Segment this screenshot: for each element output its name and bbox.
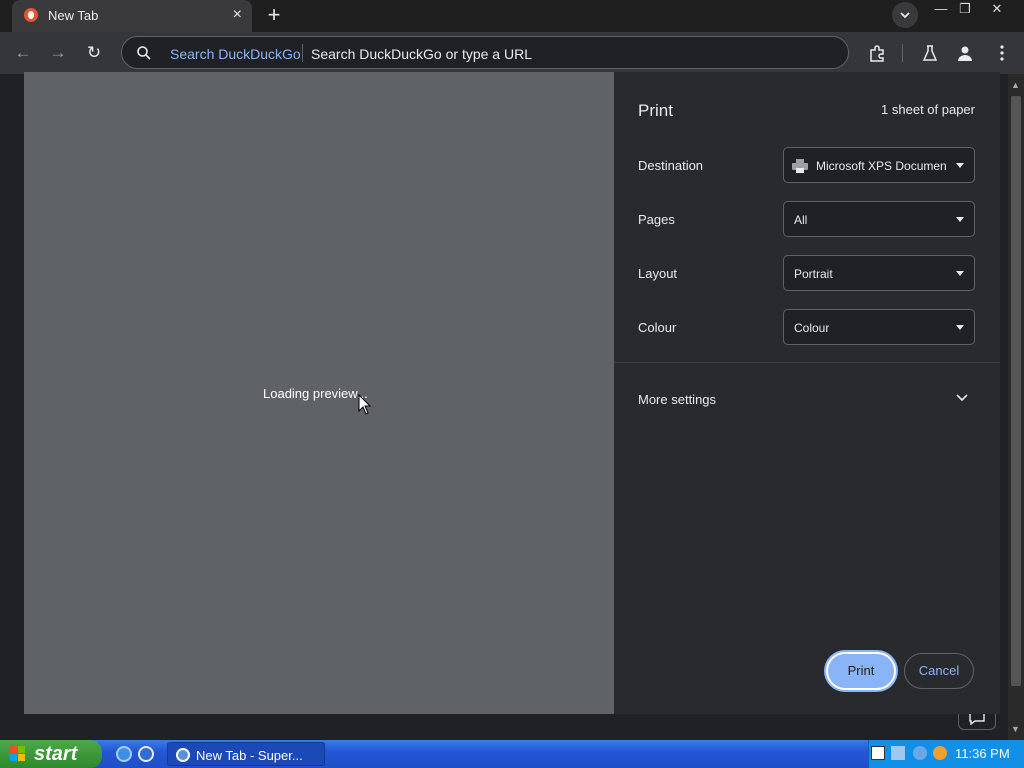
start-button[interactable]: start — [0, 740, 102, 768]
network-icon[interactable] — [891, 746, 905, 760]
chevron-down-icon[interactable] — [956, 394, 968, 402]
sheet-count: 1 sheet of paper — [881, 102, 975, 117]
taskbar-button-new-tab[interactable]: New Tab - Super... — [167, 742, 325, 766]
tab-search-button[interactable] — [892, 2, 918, 28]
settings-divider — [614, 362, 1000, 363]
help-icon[interactable] — [871, 746, 885, 760]
tab-close-icon[interactable]: × — [233, 5, 242, 25]
menu-kebab-icon[interactable] — [993, 44, 1011, 62]
print-dialog-title: Print — [638, 101, 673, 120]
toolbar-divider — [902, 44, 903, 62]
colour-value: Colour — [794, 321, 830, 335]
pages-value: All — [794, 213, 808, 227]
print-preview-area: Loading preview... — [24, 72, 614, 714]
duckduckgo-favicon-icon — [24, 8, 38, 22]
omnibox-placeholder: Search DuckDuckGo or type a URL — [311, 46, 532, 62]
tab-new-tab[interactable]: New Tab × — [12, 0, 252, 32]
destination-value: Microsoft XPS Documen — [816, 159, 947, 173]
layout-value: Portrait — [794, 267, 833, 281]
labs-flask-icon[interactable] — [921, 44, 939, 62]
destination-select[interactable]: Microsoft XPS Documen — [783, 147, 975, 183]
new-tab-button[interactable]: + — [262, 4, 286, 28]
scrollbar-thumb[interactable] — [1011, 96, 1021, 686]
dropdown-caret-icon — [956, 271, 964, 276]
dropdown-caret-icon — [956, 325, 964, 330]
tray-arrow-icon[interactable] — [913, 746, 927, 760]
destination-label: Destination — [638, 158, 704, 173]
tab-title: New Tab — [48, 8, 99, 23]
dropdown-caret-icon — [956, 163, 964, 168]
search-engine-chip: Search DuckDuckGo — [170, 46, 301, 62]
forward-button[interactable]: → — [47, 42, 69, 64]
tab-strip: New Tab × + — ❐ ✕ — [0, 0, 1024, 32]
search-tray-icon[interactable] — [933, 746, 947, 760]
back-button[interactable]: ← — [12, 42, 34, 64]
search-icon — [137, 46, 151, 60]
cancel-button[interactable]: Cancel — [904, 653, 974, 689]
restore-button[interactable]: ❐ — [952, 0, 978, 18]
system-clock: 11:36 PM — [955, 746, 1010, 761]
dropdown-caret-icon — [956, 217, 964, 222]
omnibox-separator — [302, 44, 303, 62]
taskbar-button-label: New Tab - Super... — [196, 748, 303, 763]
chevron-down-icon — [900, 12, 910, 19]
internet-explorer-icon[interactable] — [116, 746, 132, 762]
pages-select[interactable]: All — [783, 201, 975, 237]
more-settings-toggle[interactable]: More settings — [638, 392, 716, 407]
preview-loading-text: Loading preview... — [263, 386, 368, 401]
print-settings-panel: Print 1 sheet of paper Destination Micro… — [614, 72, 1000, 714]
scroll-down-icon[interactable]: ▼ — [1011, 724, 1020, 734]
omnibox[interactable]: Search DuckDuckGo Search DuckDuckGo or t… — [121, 36, 849, 69]
windows-logo-icon — [10, 746, 25, 761]
start-label: start — [34, 743, 78, 765]
reload-button[interactable]: ↻ — [83, 42, 105, 64]
extensions-icon[interactable] — [868, 44, 886, 62]
printer-icon — [792, 159, 808, 173]
scroll-up-icon[interactable]: ▲ — [1011, 80, 1020, 90]
layout-select[interactable]: Portrait — [783, 255, 975, 291]
profile-avatar-icon[interactable] — [956, 44, 974, 62]
window-close-button[interactable]: ✕ — [984, 0, 1010, 18]
quicklaunch-browser-icon[interactable] — [138, 746, 154, 762]
browser-toolbar: ← → ↻ Search DuckDuckGo Search DuckDuckG… — [0, 32, 1024, 74]
layout-label: Layout — [638, 266, 678, 281]
browser-task-icon — [176, 748, 190, 762]
colour-label: Colour — [638, 320, 677, 335]
print-button[interactable]: Print — [826, 652, 896, 690]
pages-label: Pages — [638, 212, 675, 227]
system-tray: 11:36 PM — [868, 740, 1024, 768]
mouse-cursor-icon — [358, 394, 372, 415]
taskbar: start New Tab - Super... 11:36 PM — [0, 740, 1024, 768]
colour-select[interactable]: Colour — [783, 309, 975, 345]
page-scrollbar[interactable]: ▲ ▼ — [1008, 74, 1024, 740]
minimize-button[interactable]: — — [928, 0, 954, 18]
